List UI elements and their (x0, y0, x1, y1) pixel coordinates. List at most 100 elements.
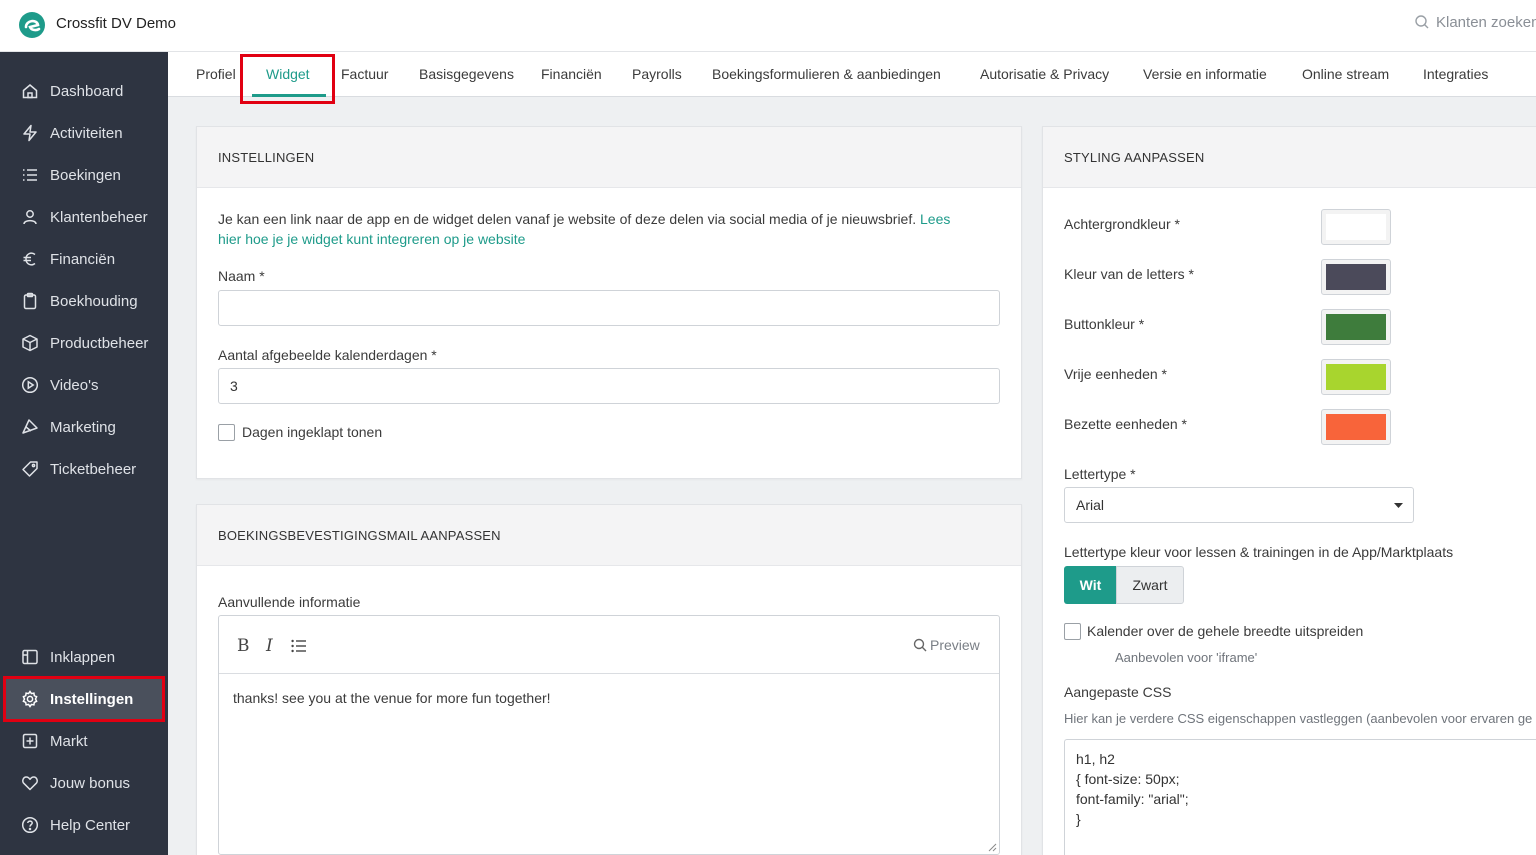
sidebar-item-inklappen[interactable]: Inklappen (0, 637, 168, 677)
editor-content[interactable]: thanks! see you at the venue for more fu… (233, 690, 551, 706)
megaphone-icon (21, 418, 39, 436)
dagen-input[interactable]: 3 (218, 368, 1000, 404)
search-icon (1415, 15, 1429, 29)
sidebar-item-videos[interactable]: Video's (0, 365, 168, 405)
tab-online-stream[interactable]: Online stream (1302, 66, 1389, 82)
rich-text-editor[interactable]: B I Preview thanks! see you at the venue… (218, 615, 1000, 855)
sidebar-item-marketing[interactable]: Marketing (0, 407, 168, 447)
sidebar-item-dashboard[interactable]: Dashboard (0, 71, 168, 111)
kalender-breedte-checkbox[interactable] (1064, 623, 1081, 640)
css-label: Aangepaste CSS (1064, 684, 1172, 700)
plus-square-icon (21, 732, 39, 750)
app-logo-icon[interactable] (17, 10, 47, 40)
bullet-list-icon[interactable] (291, 639, 307, 653)
highlight-widget-tab (240, 54, 335, 104)
aanvullend-label: Aanvullende informatie (218, 594, 361, 610)
tab-profiel[interactable]: Profiel (196, 66, 236, 82)
sidebar-item-label: Boekhouding (50, 292, 138, 310)
settings-tabs: Profiel Widget Factuur Basisgegevens Fin… (168, 52, 1536, 97)
collapse-icon (21, 648, 39, 666)
letterkleur-picker[interactable] (1321, 259, 1391, 295)
bezette-eenheden-picker[interactable] (1321, 409, 1391, 445)
sidebar-item-label: Video's (50, 376, 99, 394)
search-placeholder: Klanten zoeken (1436, 14, 1536, 31)
color-swatch (1326, 364, 1386, 390)
lettertype-kleur-label: Lettertype kleur voor lessen & traininge… (1064, 544, 1454, 560)
card-title: INSTELLINGEN (218, 150, 315, 165)
sidebar-item-label: Boekingen (50, 166, 121, 184)
sidebar-item-markt[interactable]: Markt (0, 721, 168, 761)
achtergrondkleur-picker[interactable] (1321, 209, 1391, 245)
card-header: BOEKINGSBEVESTIGINGSMAIL AANPASSEN (197, 505, 1021, 566)
color-swatch (1326, 414, 1386, 440)
sidebar-item-productbeheer[interactable]: Productbeheer (0, 323, 168, 363)
vrije-eenheden-label: Vrije eenheden * (1064, 366, 1168, 382)
sidebar-item-label: Activiteiten (50, 124, 123, 142)
bold-button[interactable]: B (237, 636, 250, 656)
sidebar-item-financien[interactable]: Financiën (0, 239, 168, 279)
color-swatch (1326, 214, 1386, 240)
buttonkleur-picker[interactable] (1321, 309, 1391, 345)
home-icon (21, 82, 39, 100)
resize-handle-icon[interactable] (987, 842, 997, 852)
sidebar-item-label: Dashboard (50, 82, 124, 100)
tab-integraties[interactable]: Integraties (1423, 66, 1488, 82)
naam-input[interactable] (218, 290, 1000, 326)
sidebar-item-label: Help Center (50, 816, 131, 834)
italic-button[interactable]: I (266, 636, 273, 656)
css-line: } (1076, 811, 1081, 827)
preview-button[interactable]: Preview (913, 637, 980, 653)
css-hint: Hier kan je verdere CSS eigenschappen va… (1064, 711, 1533, 726)
tab-financien[interactable]: Financiën (541, 66, 602, 82)
package-icon (21, 334, 39, 352)
sidebar-item-help-center[interactable]: Help Center (0, 805, 168, 845)
sidebar-item-boekingen[interactable]: Boekingen (0, 155, 168, 195)
top-bar: Crossfit DV Demo Klanten zoeken (0, 0, 1536, 52)
sidebar-item-label: Productbeheer (50, 334, 149, 352)
tag-icon (21, 460, 39, 478)
css-line: { font-size: 50px; (1076, 771, 1180, 787)
lettertype-value: Arial (1076, 497, 1105, 513)
integration-link[interactable]: Lees (920, 211, 950, 227)
option-wit-button[interactable]: Wit (1064, 566, 1117, 604)
lettertype-select[interactable]: Arial (1064, 487, 1414, 523)
card-title: BOEKINGSBEVESTIGINGSMAIL AANPASSEN (218, 528, 501, 543)
tab-boekingsformulieren[interactable]: Boekingsformulieren & aanbiedingen (712, 66, 941, 82)
tab-versie-informatie[interactable]: Versie en informatie (1143, 66, 1267, 82)
naam-label: Naam * (218, 268, 265, 284)
tab-payrolls[interactable]: Payrolls (632, 66, 682, 82)
app-name: Crossfit DV Demo (56, 15, 177, 32)
tab-autorisatie-privacy[interactable]: Autorisatie & Privacy (980, 66, 1109, 82)
sidebar-item-jouw-bonus[interactable]: Jouw bonus (0, 763, 168, 803)
card-title: STYLING AANPASSEN (1064, 150, 1205, 165)
kalender-hint: Aanbevolen voor 'iframe' (1115, 650, 1258, 665)
list-icon (21, 166, 39, 184)
intro-text: Je kan een link naar de app en de widget… (218, 211, 950, 227)
vrije-eenheden-picker[interactable] (1321, 359, 1391, 395)
bezette-eenheden-label: Bezette eenheden * (1064, 416, 1187, 432)
sidebar-item-activiteiten[interactable]: Activiteiten (0, 113, 168, 153)
sidebar-item-klantenbeheer[interactable]: Klantenbeheer (0, 197, 168, 237)
user-icon (21, 208, 39, 226)
preview-label: Preview (930, 637, 980, 653)
highlight-instellingen (3, 676, 165, 722)
heart-icon (21, 774, 39, 792)
card-header: STYLING AANPASSEN (1043, 127, 1536, 188)
sidebar-item-label: Marketing (50, 418, 116, 436)
caret-down-icon (1394, 503, 1403, 508)
ingeklapt-checkbox[interactable] (218, 424, 235, 441)
sidebar-item-boekhouding[interactable]: Boekhouding (0, 281, 168, 321)
tab-basisgegevens[interactable]: Basisgegevens (419, 66, 514, 82)
client-search[interactable]: Klanten zoeken (1414, 14, 1536, 31)
integration-link-continued[interactable]: hier hoe je je widget kunt integreren op… (218, 231, 525, 247)
color-swatch (1326, 264, 1386, 290)
color-swatch (1326, 314, 1386, 340)
css-textarea[interactable]: h1, h2 { font-size: 50px; font-family: "… (1064, 739, 1536, 855)
option-zwart-button[interactable]: Zwart (1116, 566, 1184, 604)
sidebar-item-label: Jouw bonus (50, 774, 131, 792)
editor-toolbar: B I Preview (219, 616, 999, 674)
sidebar-item-ticketbeheer[interactable]: Ticketbeheer (0, 449, 168, 489)
tab-factuur[interactable]: Factuur (341, 66, 388, 82)
clipboard-icon (21, 292, 39, 310)
sidebar-item-label: Markt (50, 732, 88, 750)
